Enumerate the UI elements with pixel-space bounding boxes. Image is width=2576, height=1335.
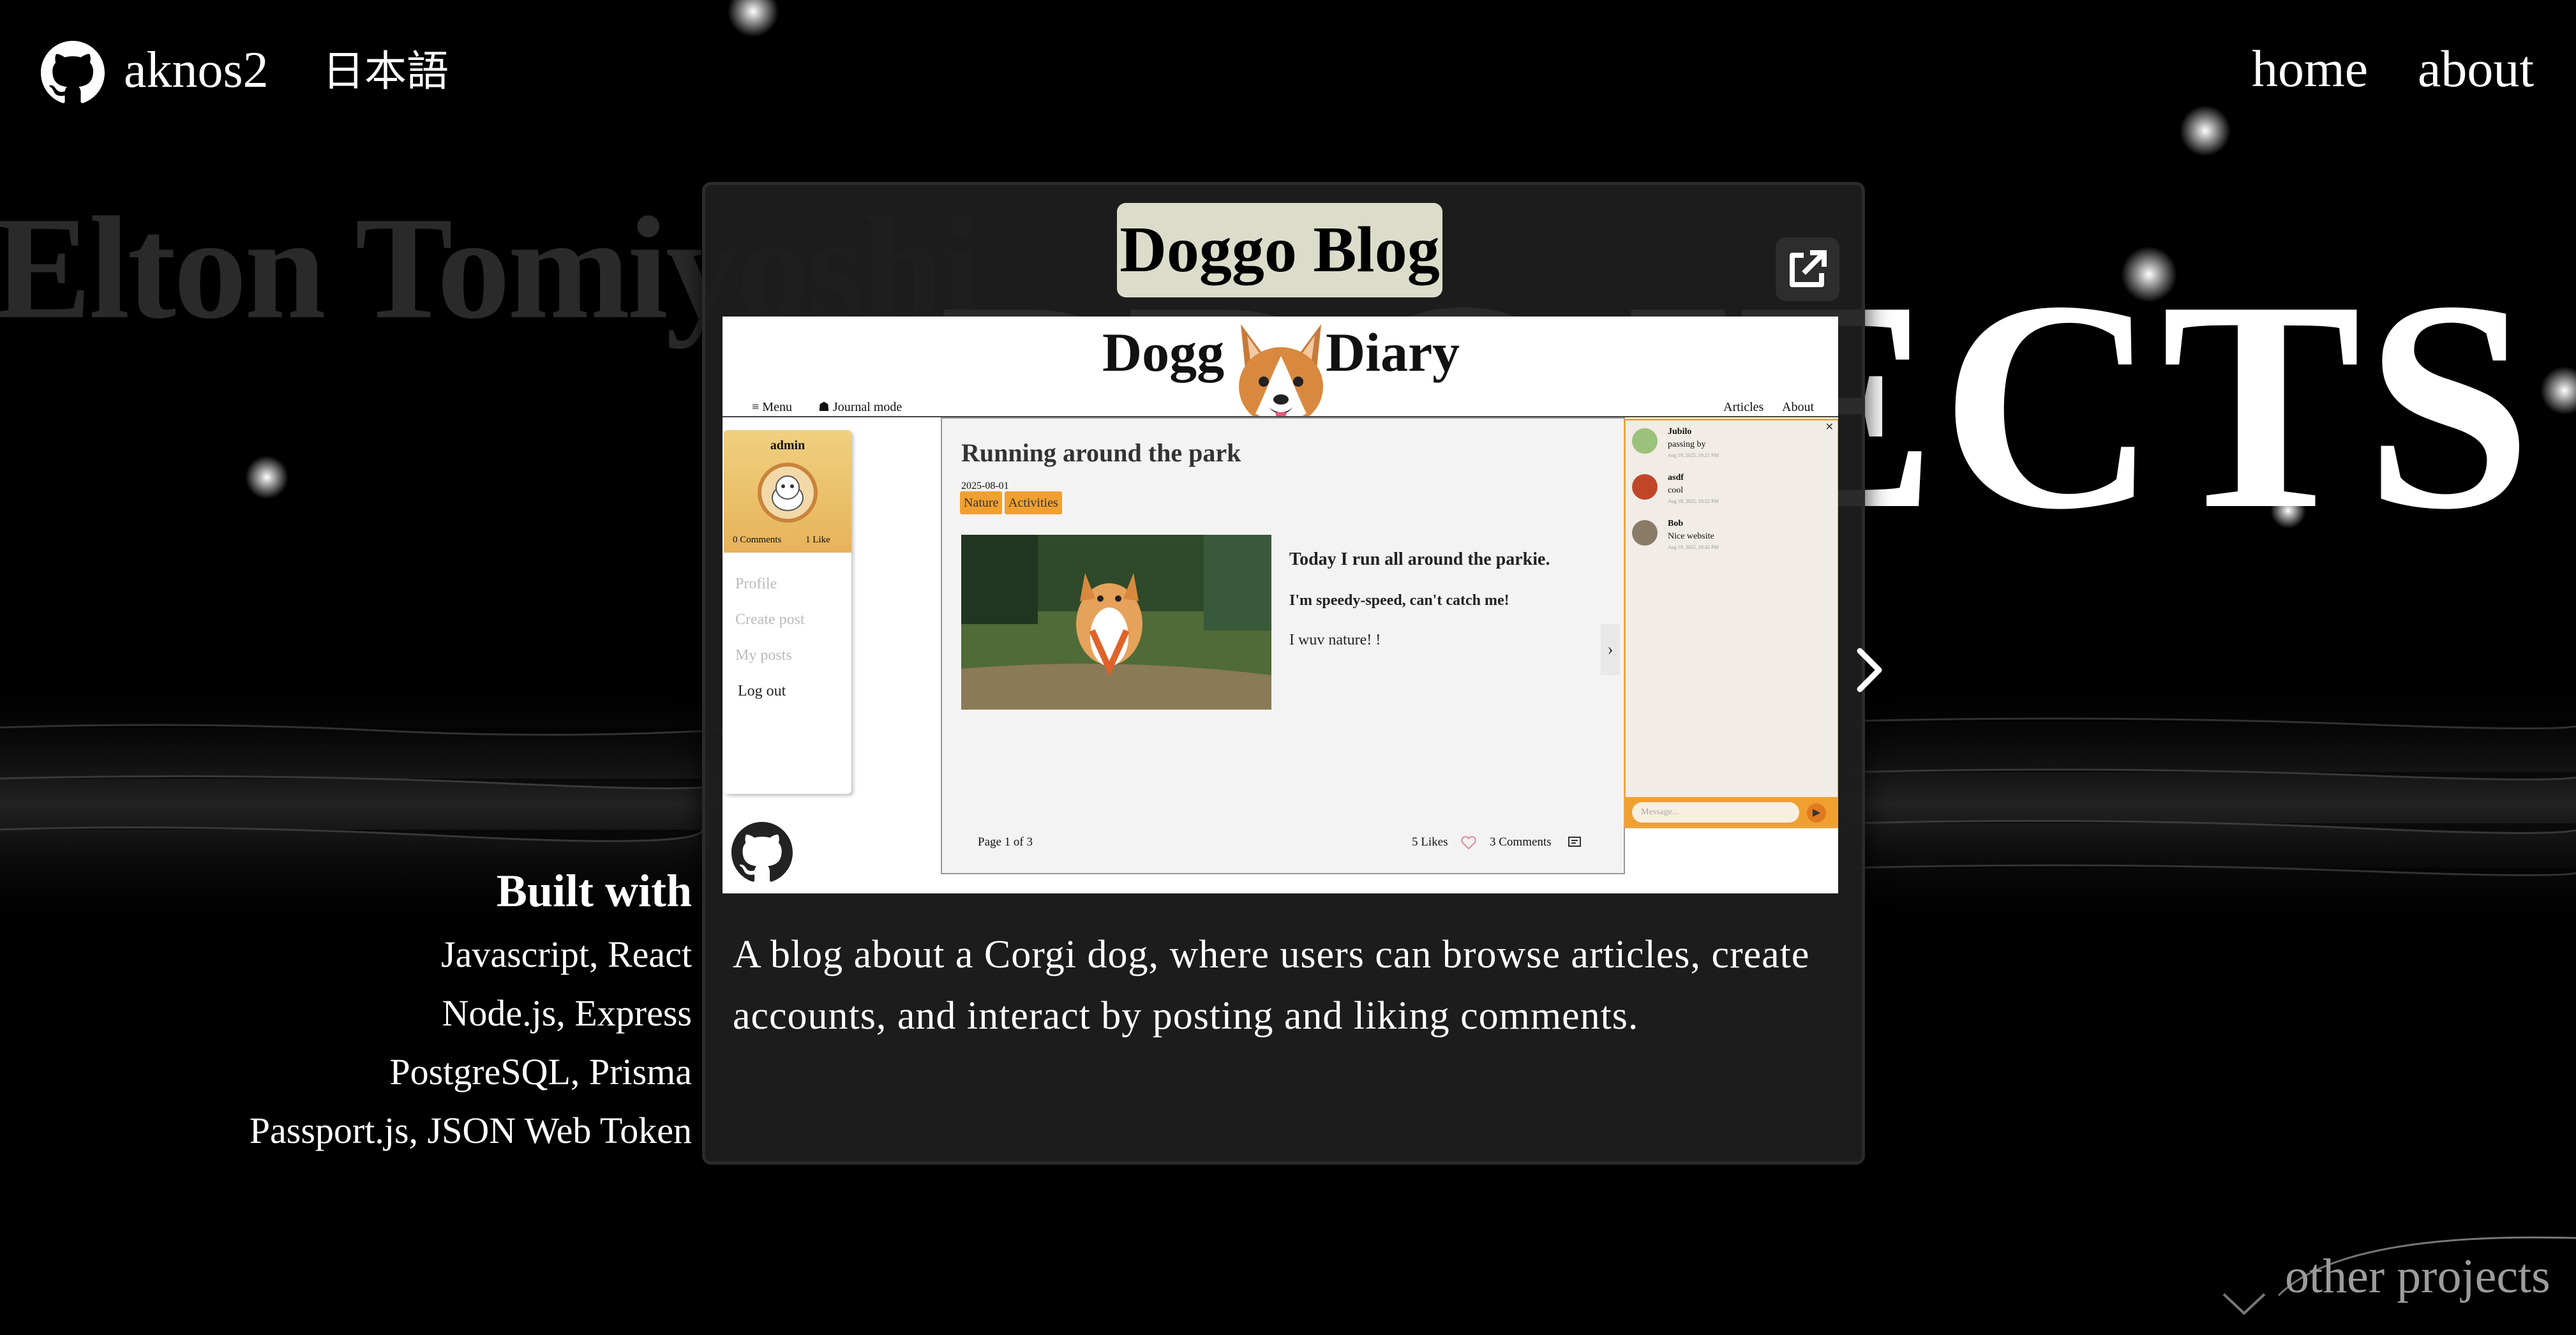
nav-articles[interactable]: Articles — [1723, 399, 1764, 415]
post-tag-nature[interactable]: Nature — [960, 491, 1003, 514]
heart-icon[interactable] — [1460, 836, 1477, 850]
other-projects-link[interactable]: other projects — [2285, 1244, 2550, 1308]
external-link-button[interactable] — [1776, 237, 1839, 301]
post-next-arrow[interactable]: › — [1601, 624, 1620, 675]
chat-time: Aug 19, 2025, 10:22 PM — [1668, 498, 1719, 504]
post-line-2: I'm speedy-speed, can't catch me! — [1289, 592, 1509, 609]
chevron-down-icon[interactable] — [2220, 1289, 2268, 1321]
sidebar-link-profile[interactable]: Profile — [735, 574, 777, 593]
menu-button[interactable]: ≡ Menu — [752, 399, 792, 415]
chat-close-icon[interactable]: ✕ — [1825, 421, 1834, 433]
sidebar-comments-count: 0 Comments — [733, 535, 782, 545]
chat-text: passing by — [1668, 440, 1706, 449]
post-line-3: I wuv nature! ! — [1289, 632, 1381, 648]
blog-post: Running around the park 2025-08-01 Today… — [941, 417, 1625, 874]
chat-user: Bob — [1668, 519, 1684, 528]
avatar — [1632, 428, 1658, 454]
built-with-item: Passport.js, JSON Web Token — [249, 1110, 692, 1151]
post-tag-activities[interactable]: Activities — [1005, 491, 1062, 514]
comment-icon[interactable] — [1568, 836, 1583, 850]
chat-input-bar: Message... ▶ — [1626, 797, 1838, 826]
chat-message-input[interactable]: Message... — [1632, 802, 1799, 823]
built-with-item: Javascript, React — [441, 934, 692, 975]
post-likes[interactable]: 5 Likes — [1412, 835, 1448, 850]
github-icon[interactable] — [41, 41, 105, 105]
built-with-item: Node.js, Express — [442, 992, 692, 1034]
avatar — [758, 463, 818, 523]
chat-panel: ✕ Jubilo passing by Aug 19, 2025, 10:21 … — [1624, 419, 1838, 828]
project-description: A blog about a Corgi dog, where users ca… — [733, 933, 1810, 1038]
sidebar-username: admin — [770, 438, 805, 452]
chat-text: cool — [1668, 486, 1684, 495]
brand-name[interactable]: aknos2 — [124, 38, 269, 102]
sidebar-likes-count: 1 Like — [805, 535, 830, 545]
sidebar-link-my-posts[interactable]: My posts — [735, 646, 792, 665]
language-toggle[interactable]: 日本語 — [322, 41, 449, 102]
post-pagination: Page 1 of 3 — [978, 835, 1033, 849]
sidebar-link-logout[interactable]: Log out — [738, 682, 786, 701]
user-sidebar: admin 0 Comments 1 Like Profile Create p… — [724, 430, 851, 794]
site-title-right: Diary — [1326, 322, 1460, 383]
avatar — [1632, 520, 1658, 546]
post-title: Running around the park — [961, 438, 1241, 467]
post-image — [961, 535, 1271, 710]
journal-mode-button[interactable]: ☗ Journal mode — [818, 399, 902, 415]
built-with-title: Built with — [496, 865, 692, 916]
nav-about-link[interactable]: about — [2418, 37, 2534, 101]
project-screenshot[interactable]: Dogg Diary ≡ Menu ☗ Journal mode Article… — [723, 317, 1838, 893]
chevron-right-icon[interactable] — [1851, 645, 1889, 696]
chat-user: asdf — [1668, 473, 1684, 482]
send-icon[interactable]: ▶ — [1807, 803, 1826, 823]
sidebar-link-create-post[interactable]: Create post — [735, 610, 805, 629]
project-title: Doggo Blog — [1117, 203, 1442, 297]
nav-about-inner[interactable]: About — [1782, 399, 1814, 415]
post-line-1: Today I run all around the parkie. — [1289, 549, 1550, 569]
post-comments[interactable]: 3 Comments — [1490, 835, 1552, 850]
site-title-left: Dogg — [1102, 322, 1225, 383]
built-with-item: PostgreSQL, Prisma — [389, 1051, 692, 1093]
avatar — [1632, 474, 1658, 500]
nav-home-link[interactable]: home — [2252, 37, 2368, 101]
chat-time: Aug 19, 2025, 10:21 PM — [1668, 452, 1719, 458]
chat-text: Nice website — [1668, 532, 1714, 541]
external-link-icon — [1790, 250, 1827, 287]
user-card: admin 0 Comments 1 Like — [724, 430, 851, 553]
chat-user: Jubilo — [1668, 427, 1692, 436]
github-icon[interactable] — [731, 822, 793, 883]
chat-time: Aug 19, 2025, 10:42 PM — [1668, 544, 1719, 550]
